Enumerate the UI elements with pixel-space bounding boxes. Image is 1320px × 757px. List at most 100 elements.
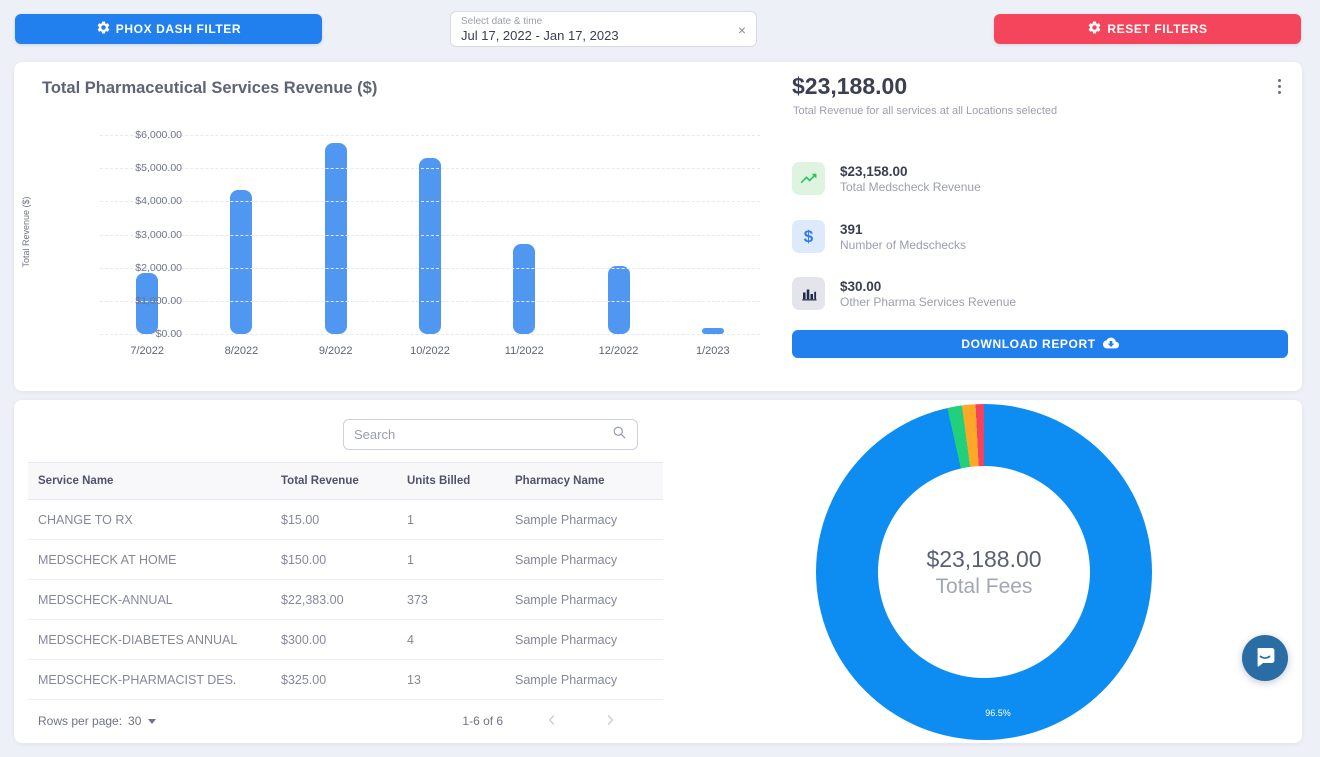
trend-up-icon: [792, 162, 825, 195]
next-page-icon[interactable]: [601, 711, 619, 732]
services-card: Service NameTotal RevenueUnits BilledPha…: [14, 400, 1302, 743]
bar-chart-title: Total Pharmaceutical Services Revenue ($…: [42, 79, 377, 98]
gridline: [100, 201, 760, 202]
bar[interactable]: [325, 143, 347, 334]
column-header[interactable]: Service Name: [38, 475, 281, 487]
reset-filters-button[interactable]: RESET FILTERS: [994, 14, 1301, 44]
bar-column: [383, 158, 477, 334]
table-cell: $300.00: [281, 633, 407, 647]
table-cell: 4: [407, 633, 515, 647]
bar-column: [194, 190, 288, 334]
bar[interactable]: [513, 244, 535, 334]
column-header[interactable]: Units Billed: [407, 475, 515, 487]
table-header-row: Service NameTotal RevenueUnits BilledPha…: [28, 462, 663, 500]
rows-per-page-value: 30: [128, 714, 141, 728]
stat-medscheck-count: $ 391 Number of Medschecks: [792, 220, 966, 253]
cloud-download-icon: [1103, 335, 1119, 354]
table-cell: $15.00: [281, 513, 407, 527]
table-cell: Sample Pharmacy: [515, 673, 663, 687]
rows-per-page-label: Rows per page:: [38, 714, 122, 728]
x-axis-label: 10/2022: [383, 345, 477, 357]
table-row[interactable]: MEDSCHECK-DIABETES ANNUAL$300.004Sample …: [28, 620, 663, 660]
pagination-range: 1-6 of 6: [462, 714, 503, 728]
table-cell: CHANGE TO RX: [38, 513, 281, 527]
table-cell: $325.00: [281, 673, 407, 687]
chevron-down-icon: [148, 719, 156, 724]
table-cell: Sample Pharmacy: [515, 593, 663, 607]
date-range-value: Jul 17, 2022 - Jan 17, 2023: [461, 28, 746, 43]
table-cell: MEDSCHECK-DIABETES ANNUAL: [38, 633, 281, 647]
revenue-card: Total Pharmaceutical Services Revenue ($…: [14, 62, 1302, 391]
donut-percent-label: 96.5%: [985, 708, 1011, 718]
kebab-menu-icon[interactable]: [1275, 76, 1284, 97]
date-range-picker[interactable]: Select date & time Jul 17, 2022 - Jan 17…: [450, 11, 757, 47]
table-cell: Sample Pharmacy: [515, 553, 663, 567]
table-cell: Sample Pharmacy: [515, 633, 663, 647]
y-tick-label: $5,000.00: [102, 162, 182, 174]
table-cell: $150.00: [281, 553, 407, 567]
bar-column: [477, 244, 571, 334]
phox-dash-filter-button[interactable]: PHOX DASH FILTER: [15, 14, 322, 44]
donut-total-value: $23,188.00: [926, 546, 1041, 573]
table-cell: $22,383.00: [281, 593, 407, 607]
x-axis-label: 8/2022: [194, 345, 288, 357]
y-tick-label: $0.00: [102, 328, 182, 340]
chat-launcher-button[interactable]: [1242, 635, 1288, 681]
date-clear-icon[interactable]: ×: [738, 21, 746, 39]
search-input[interactable]: [354, 427, 612, 442]
services-table: Service NameTotal RevenueUnits BilledPha…: [28, 462, 663, 700]
bar[interactable]: [419, 158, 441, 334]
previous-page-icon[interactable]: [543, 711, 561, 732]
table-cell: 13: [407, 673, 515, 687]
table-row[interactable]: CHANGE TO RX$15.001Sample Pharmacy: [28, 500, 663, 540]
gridline: [100, 168, 760, 169]
table-row[interactable]: MEDSCHECK-PHARMACIST DES.$325.0013Sample…: [28, 660, 663, 700]
gear-icon: [1087, 20, 1102, 38]
download-report-button[interactable]: DOWNLOAD REPORT: [792, 330, 1288, 358]
x-axis-label: 9/2022: [289, 345, 383, 357]
gear-icon: [96, 20, 111, 38]
total-revenue-value: $23,188.00: [792, 73, 907, 100]
table-cell: 1: [407, 553, 515, 567]
table-cell: 1: [407, 513, 515, 527]
stat-label: Total Medscheck Revenue: [840, 180, 981, 195]
donut-center: $23,188.00 Total Fees: [878, 466, 1090, 678]
column-header[interactable]: Total Revenue: [281, 475, 407, 487]
table-cell: MEDSCHECK-ANNUAL: [38, 593, 281, 607]
rows-per-page-select[interactable]: 30: [128, 714, 156, 728]
download-report-label: DOWNLOAD REPORT: [961, 337, 1095, 351]
reset-filters-label: RESET FILTERS: [1107, 22, 1207, 36]
stat-value: $30.00: [840, 278, 1016, 295]
x-axis-label: 11/2022: [477, 345, 571, 357]
total-revenue-subtitle: Total Revenue for all services at all Lo…: [793, 105, 1057, 117]
y-tick-label: $1,000.00: [102, 295, 182, 307]
column-header[interactable]: Pharmacy Name: [515, 475, 663, 487]
y-tick-label: $4,000.00: [102, 195, 182, 207]
gridline: [100, 235, 760, 236]
stat-label: Other Pharma Services Revenue: [840, 295, 1016, 310]
table-cell: 373: [407, 593, 515, 607]
fees-donut-chart: $23,188.00 Total Fees 96.5%: [816, 404, 1152, 740]
search-box: [343, 419, 638, 450]
gridline: [100, 268, 760, 269]
bar[interactable]: [230, 190, 252, 334]
stat-value: $23,158.00: [840, 163, 981, 180]
bar-chart-plot: $0.00$1,000.00$2,000.00$3,000.00$4,000.0…: [100, 135, 760, 334]
date-range-label: Select date & time: [461, 16, 746, 28]
y-tick-label: $2,000.00: [102, 262, 182, 274]
table-cell: Sample Pharmacy: [515, 513, 663, 527]
stat-value: 391: [840, 221, 966, 238]
table-row[interactable]: MEDSCHECK AT HOME$150.001Sample Pharmacy: [28, 540, 663, 580]
y-tick-label: $3,000.00: [102, 229, 182, 241]
table-cell: MEDSCHECK AT HOME: [38, 553, 281, 567]
gridline: [100, 301, 760, 302]
x-axis-label: 7/2022: [100, 345, 194, 357]
y-tick-label: $6,000.00: [102, 129, 182, 141]
bar-chart-icon: [792, 277, 825, 310]
stat-label: Number of Medschecks: [840, 238, 966, 253]
table-row[interactable]: MEDSCHECK-ANNUAL$22,383.00373Sample Phar…: [28, 580, 663, 620]
table-footer: Rows per page: 30 1-6 of 6: [28, 700, 663, 742]
topbar: PHOX DASH FILTER Select date & time Jul …: [0, 0, 1320, 58]
dollar-icon: $: [792, 220, 825, 253]
bar-column: [289, 143, 383, 334]
